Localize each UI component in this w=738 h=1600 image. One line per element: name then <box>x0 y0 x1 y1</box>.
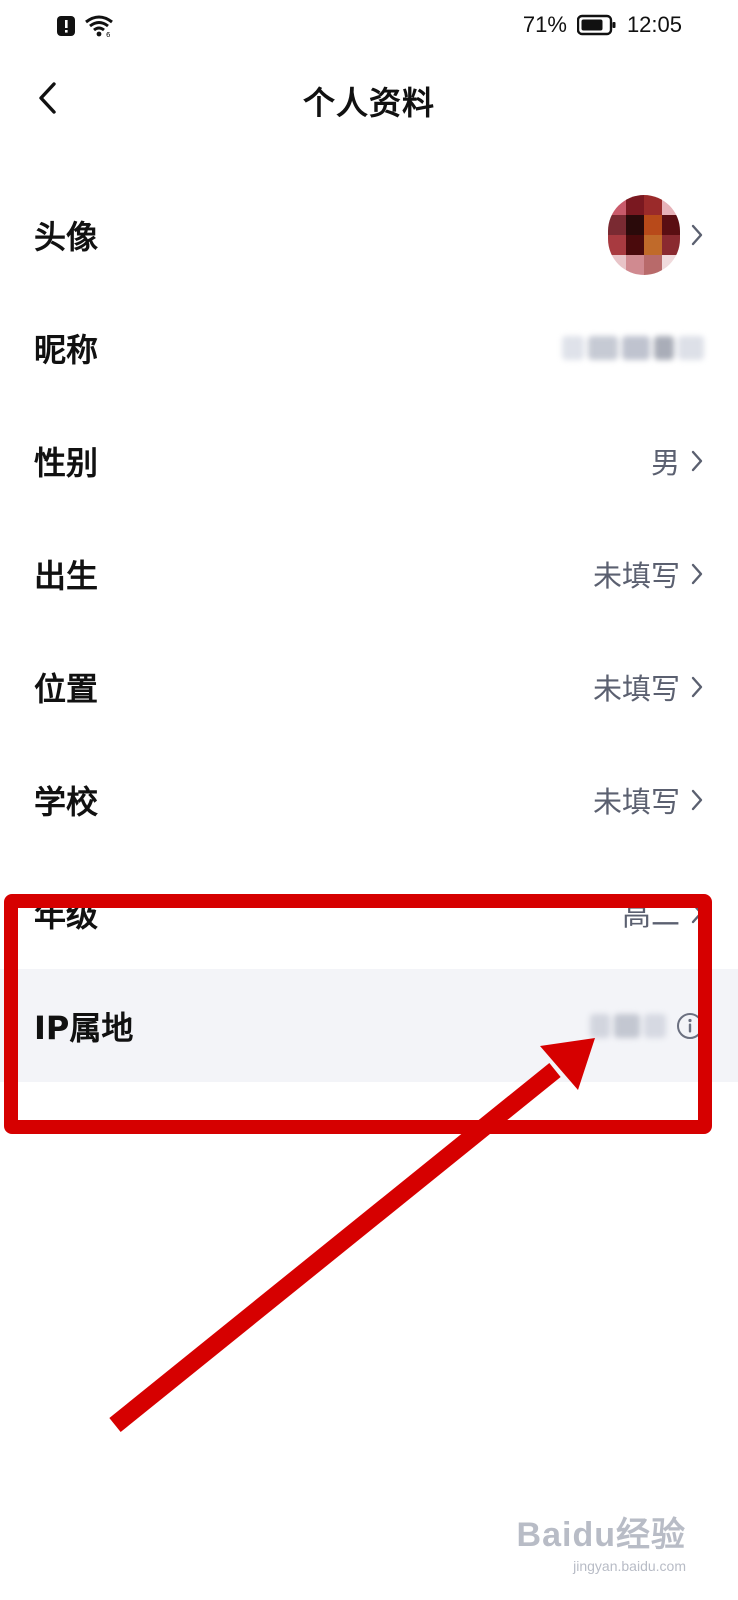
chevron-right-icon <box>690 901 704 925</box>
row-label: 出生 <box>34 556 99 595</box>
row-label: 位置 <box>34 669 99 708</box>
row-right: 未填写 <box>593 553 704 595</box>
chevron-right-icon <box>690 223 704 247</box>
row-value: 未填写 <box>592 671 680 706</box>
battery-icon <box>576 14 617 36</box>
row-location[interactable]: 位置 未填写 <box>0 630 738 743</box>
row-label: 头像 <box>34 217 99 256</box>
wifi-icon: 6 <box>84 14 114 38</box>
alert-icon <box>56 15 76 37</box>
row-label: 昵称 <box>34 330 99 369</box>
watermark-brand: Baidu经验 <box>516 1516 686 1554</box>
row-label: 性别 <box>34 443 99 482</box>
chevron-right-icon <box>690 675 704 699</box>
battery-percent: 71% <box>522 12 567 37</box>
row-label: 学校 <box>34 782 99 821</box>
chevron-right-icon <box>690 449 704 473</box>
header: 个人资料 <box>0 60 738 140</box>
info-icon[interactable] <box>676 1012 704 1040</box>
status-right: 71% 12:05 <box>523 12 682 38</box>
chevron-right-icon <box>690 562 704 586</box>
chevron-right-icon <box>690 788 704 812</box>
ip-location-value-blurred <box>590 1013 666 1038</box>
row-value: 男 <box>650 445 680 480</box>
status-bar: 6 71% 12:05 <box>0 0 738 58</box>
profile-list: 头像 昵称 性别 男 出生 未填写 位置 未填写 学校 未填写 年级 高二 IP… <box>0 178 738 1082</box>
row-avatar[interactable]: 头像 <box>0 178 738 291</box>
row-right: 高二 <box>622 892 704 934</box>
row-right: 未填写 <box>593 666 704 708</box>
row-value: 未填写 <box>592 784 680 819</box>
watermark: Baidu经验 jingyan.baidu.com <box>517 1507 686 1574</box>
status-left: 6 <box>56 14 114 38</box>
row-right <box>590 1012 704 1040</box>
row-school[interactable]: 学校 未填写 <box>0 743 738 856</box>
status-time: 12:05 <box>626 12 682 37</box>
row-birth[interactable]: 出生 未填写 <box>0 517 738 630</box>
row-right: 未填写 <box>593 779 704 821</box>
avatar <box>608 194 680 275</box>
row-gender[interactable]: 性别 男 <box>0 404 738 517</box>
row-value: 未填写 <box>592 558 680 593</box>
row-right: 男 <box>651 440 704 482</box>
page-title: 个人资料 <box>302 84 435 122</box>
row-label: 年级 <box>34 895 99 934</box>
row-ip-location[interactable]: IP属地 <box>0 969 738 1082</box>
row-value: 高二 <box>621 897 680 932</box>
row-right <box>562 335 704 360</box>
row-right <box>608 194 704 275</box>
nickname-value-blurred <box>562 335 704 360</box>
svg-text:6: 6 <box>106 31 111 38</box>
row-label: IP属地 <box>34 1008 134 1047</box>
row-nickname[interactable]: 昵称 <box>0 291 738 404</box>
row-grade[interactable]: 年级 高二 <box>0 856 738 969</box>
watermark-url: jingyan.baidu.com <box>573 1558 686 1574</box>
